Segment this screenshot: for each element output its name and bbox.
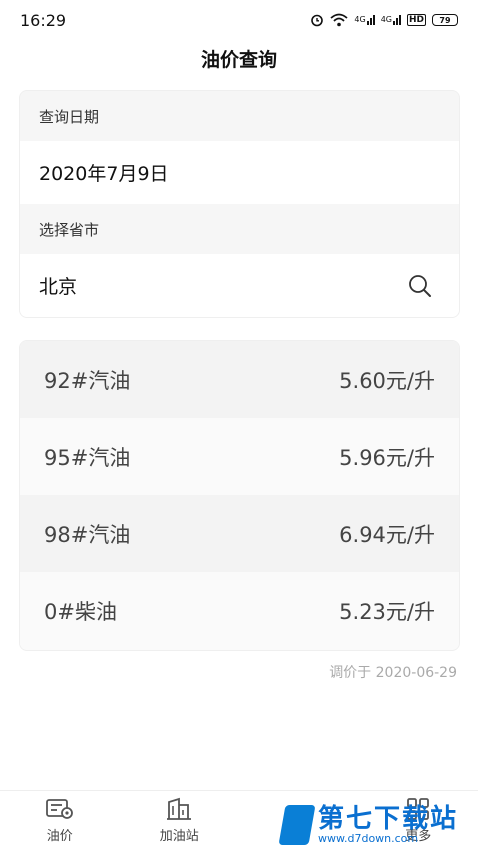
adjust-date-note: 调价于 2020-06-29	[329, 665, 457, 681]
grid-icon	[407, 798, 430, 820]
page-title: 油价查询	[200, 48, 277, 71]
price-row: 92#汽油 5.60元/升	[20, 341, 459, 418]
green-circle-icon	[287, 807, 310, 830]
price-list: 92#汽油 5.60元/升 95#汽油 5.96元/升 98#汽油 6.94元/…	[19, 340, 460, 651]
status-bar: 16:29 4G 4G HD 79	[0, 0, 478, 40]
signal-icon: 4G	[354, 15, 375, 25]
date-value: 2020年7月9日	[39, 163, 169, 185]
bottom-nav: 油价 加油站 更多	[0, 790, 478, 850]
fuel-price: 5.23元/升	[339, 599, 435, 624]
signal-label-2: 4G	[380, 15, 392, 24]
nav-item-gas-station[interactable]: 加油站	[120, 791, 240, 850]
price-row: 98#汽油 6.94元/升	[20, 495, 459, 572]
region-label: 选择省市	[39, 220, 100, 239]
nav-item-more[interactable]: 更多	[359, 791, 478, 850]
signal-icon-2: 4G	[381, 15, 401, 25]
price-row: 95#汽油 5.96元/升	[20, 418, 459, 495]
nav-item-center[interactable]	[239, 791, 359, 850]
signal-label-1: 4G	[354, 15, 366, 24]
fuel-price-icon	[45, 799, 73, 819]
title-bar: 油价查询	[0, 40, 478, 76]
nav-label-more: 更多	[405, 829, 432, 844]
fuel-price: 6.94元/升	[339, 522, 435, 547]
price-row: 0#柴油 5.23元/升	[20, 572, 459, 649]
nav-label-oil-price: 油价	[46, 829, 73, 844]
alarm-icon	[311, 14, 324, 27]
hd-icon: HD	[406, 14, 426, 26]
status-icons: 4G 4G HD 79	[310, 13, 458, 27]
fuel-name: 98#汽油	[44, 522, 131, 547]
region-field[interactable]: 北京	[20, 254, 459, 317]
battery-icon: 79	[432, 14, 458, 26]
fuel-price: 5.60元/升	[339, 368, 435, 393]
query-card: 查询日期 2020年7月9日 选择省市 北京	[19, 90, 460, 318]
date-label: 查询日期	[39, 107, 100, 126]
building-icon	[167, 797, 192, 820]
nav-item-oil-price[interactable]: 油价	[0, 791, 120, 850]
date-field[interactable]: 2020年7月9日	[20, 141, 459, 204]
search-icon[interactable]	[407, 273, 433, 299]
fuel-name: 95#汽油	[44, 445, 131, 470]
status-time: 16:29	[20, 10, 67, 30]
fuel-price: 5.96元/升	[339, 445, 435, 470]
region-value: 北京	[39, 276, 78, 298]
wifi-icon	[330, 13, 348, 27]
fuel-name: 92#汽油	[44, 368, 131, 393]
nav-label-gas-station: 加油站	[159, 829, 199, 844]
fuel-name: 0#柴油	[44, 599, 117, 624]
